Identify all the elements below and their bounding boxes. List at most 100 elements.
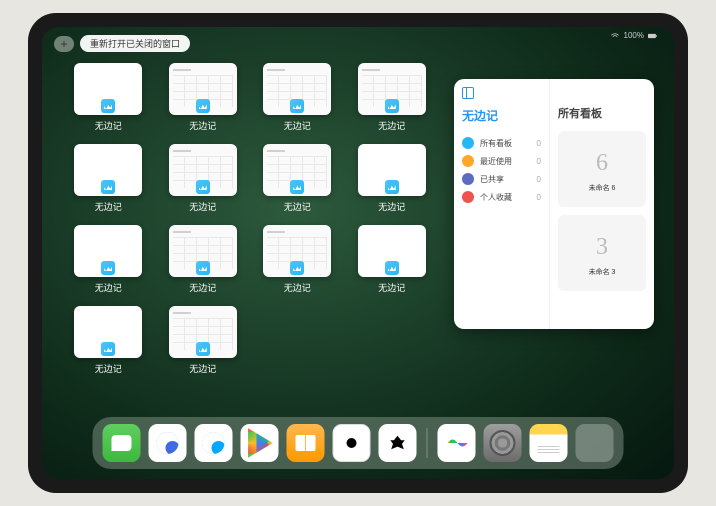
sidebar-toggle-icon[interactable] xyxy=(462,87,474,99)
window-thumbnail xyxy=(358,225,426,277)
nav-label: 已共享 xyxy=(480,174,504,185)
dock-qq-browser-icon[interactable] xyxy=(195,424,233,462)
freeform-app-icon xyxy=(196,99,210,113)
window-item[interactable]: 无边记 xyxy=(70,144,147,213)
status-bar: 100% xyxy=(610,31,658,40)
window-label: 无边记 xyxy=(95,362,122,375)
window-item[interactable]: 无边记 xyxy=(259,63,336,132)
board-card[interactable]: 6 未命名 6 xyxy=(558,131,646,207)
freeform-app-icon xyxy=(101,99,115,113)
window-label: 无边记 xyxy=(189,119,216,132)
dock-app-folder-icon[interactable] xyxy=(576,424,614,462)
nav-item[interactable]: 个人收藏 0 xyxy=(462,188,541,206)
window-item[interactable]: 无边记 xyxy=(259,144,336,213)
panel-right-title: 所有看板 xyxy=(558,105,646,121)
freeform-app-icon xyxy=(290,180,304,194)
freeform-app-icon xyxy=(196,261,210,275)
freeform-app-icon xyxy=(385,99,399,113)
dock-freeform-icon[interactable] xyxy=(438,424,476,462)
window-label: 无边记 xyxy=(284,119,311,132)
nav-count: 0 xyxy=(537,157,541,166)
window-item[interactable]: 无边记 xyxy=(354,63,431,132)
screen: 100% + 重新打开已关闭的窗口 无边记无边记无边记无边记无边记无边记无边记无… xyxy=(42,27,674,479)
freeform-app-icon xyxy=(101,180,115,194)
dock-qq-hd-icon[interactable] xyxy=(149,424,187,462)
dock-settings-icon[interactable] xyxy=(484,424,522,462)
nav-icon xyxy=(462,173,474,185)
dock-notes-icon[interactable] xyxy=(530,424,568,462)
wifi-icon xyxy=(610,33,620,39)
window-thumbnail xyxy=(74,225,142,277)
window-label: 无边记 xyxy=(95,281,122,294)
window-thumbnail xyxy=(358,144,426,196)
nav-label: 个人收藏 xyxy=(480,192,512,203)
window-item[interactable]: 无边记 xyxy=(165,144,242,213)
freeform-app-icon xyxy=(196,342,210,356)
window-thumbnail xyxy=(169,225,237,277)
top-controls: + 重新打开已关闭的窗口 xyxy=(54,35,190,52)
dock xyxy=(93,417,624,469)
panel-title: 无边记 xyxy=(462,107,541,124)
freeform-panel[interactable]: ••• 无边记 所有看板0最近使用0已共享0个人收藏0 所有看板 6未命名 63… xyxy=(454,79,654,329)
nav-icon xyxy=(462,191,474,203)
window-thumbnail xyxy=(358,63,426,115)
window-item[interactable]: 无边记 xyxy=(259,225,336,294)
window-label: 无边记 xyxy=(378,200,405,213)
window-label: 无边记 xyxy=(95,200,122,213)
window-item[interactable]: 无边记 xyxy=(70,225,147,294)
nav-label: 最近使用 xyxy=(480,156,512,167)
window-label: 无边记 xyxy=(189,200,216,213)
window-thumbnail xyxy=(263,144,331,196)
panel-sidebar: 无边记 所有看板 0 最近使用 0 已共享 0 个人收藏 0 xyxy=(454,79,550,329)
window-item[interactable]: 无边记 xyxy=(165,225,242,294)
window-label: 无边记 xyxy=(284,281,311,294)
dock-wechat-icon[interactable] xyxy=(103,424,141,462)
board-name: 未命名 3 xyxy=(589,267,616,277)
nav-icon xyxy=(462,155,474,167)
window-grid: 无边记无边记无边记无边记无边记无边记无边记无边记无边记无边记无边记无边记无边记无… xyxy=(70,63,430,375)
window-item[interactable]: 无边记 xyxy=(165,306,242,375)
nav-count: 0 xyxy=(537,175,541,184)
dock-divider xyxy=(427,428,428,458)
window-label: 无边记 xyxy=(378,119,405,132)
reopen-closed-pill[interactable]: 重新打开已关闭的窗口 xyxy=(80,35,190,52)
battery-text: 100% xyxy=(624,31,644,40)
nav-item[interactable]: 所有看板 0 xyxy=(462,134,541,152)
window-item[interactable]: 无边记 xyxy=(165,63,242,132)
dock-dice-icon[interactable] xyxy=(333,424,371,462)
nav-count: 0 xyxy=(537,193,541,202)
nav-label: 所有看板 xyxy=(480,138,512,149)
window-label: 无边记 xyxy=(95,119,122,132)
window-label: 无边记 xyxy=(378,281,405,294)
window-thumbnail xyxy=(263,63,331,115)
window-item[interactable]: 无边记 xyxy=(70,63,147,132)
freeform-app-icon xyxy=(385,180,399,194)
board-name: 未命名 6 xyxy=(589,183,616,193)
freeform-app-icon xyxy=(196,180,210,194)
window-label: 无边记 xyxy=(189,362,216,375)
freeform-app-icon xyxy=(101,342,115,356)
window-thumbnail xyxy=(263,225,331,277)
window-thumbnail xyxy=(169,144,237,196)
window-thumbnail xyxy=(74,63,142,115)
board-thumbnail: 6 xyxy=(584,145,620,181)
freeform-app-icon xyxy=(101,261,115,275)
nav-count: 0 xyxy=(537,139,541,148)
nav-item[interactable]: 已共享 0 xyxy=(462,170,541,188)
dock-books-icon[interactable] xyxy=(287,424,325,462)
freeform-app-icon xyxy=(290,261,304,275)
dock-play-video-icon[interactable] xyxy=(241,424,279,462)
freeform-app-icon xyxy=(385,261,399,275)
window-item[interactable]: 无边记 xyxy=(354,225,431,294)
board-card[interactable]: 3 未命名 3 xyxy=(558,215,646,291)
board-thumbnail: 3 xyxy=(584,229,620,265)
plus-icon: + xyxy=(60,37,67,51)
window-item[interactable]: 无边记 xyxy=(70,306,147,375)
add-window-button[interactable]: + xyxy=(54,36,74,52)
dock-himalaya-icon[interactable] xyxy=(379,424,417,462)
window-item[interactable]: 无边记 xyxy=(354,144,431,213)
battery-icon xyxy=(648,33,658,39)
nav-item[interactable]: 最近使用 0 xyxy=(462,152,541,170)
panel-content: 所有看板 6 未命名 6 3 未命名 3 xyxy=(550,79,654,329)
window-thumbnail xyxy=(169,306,237,358)
